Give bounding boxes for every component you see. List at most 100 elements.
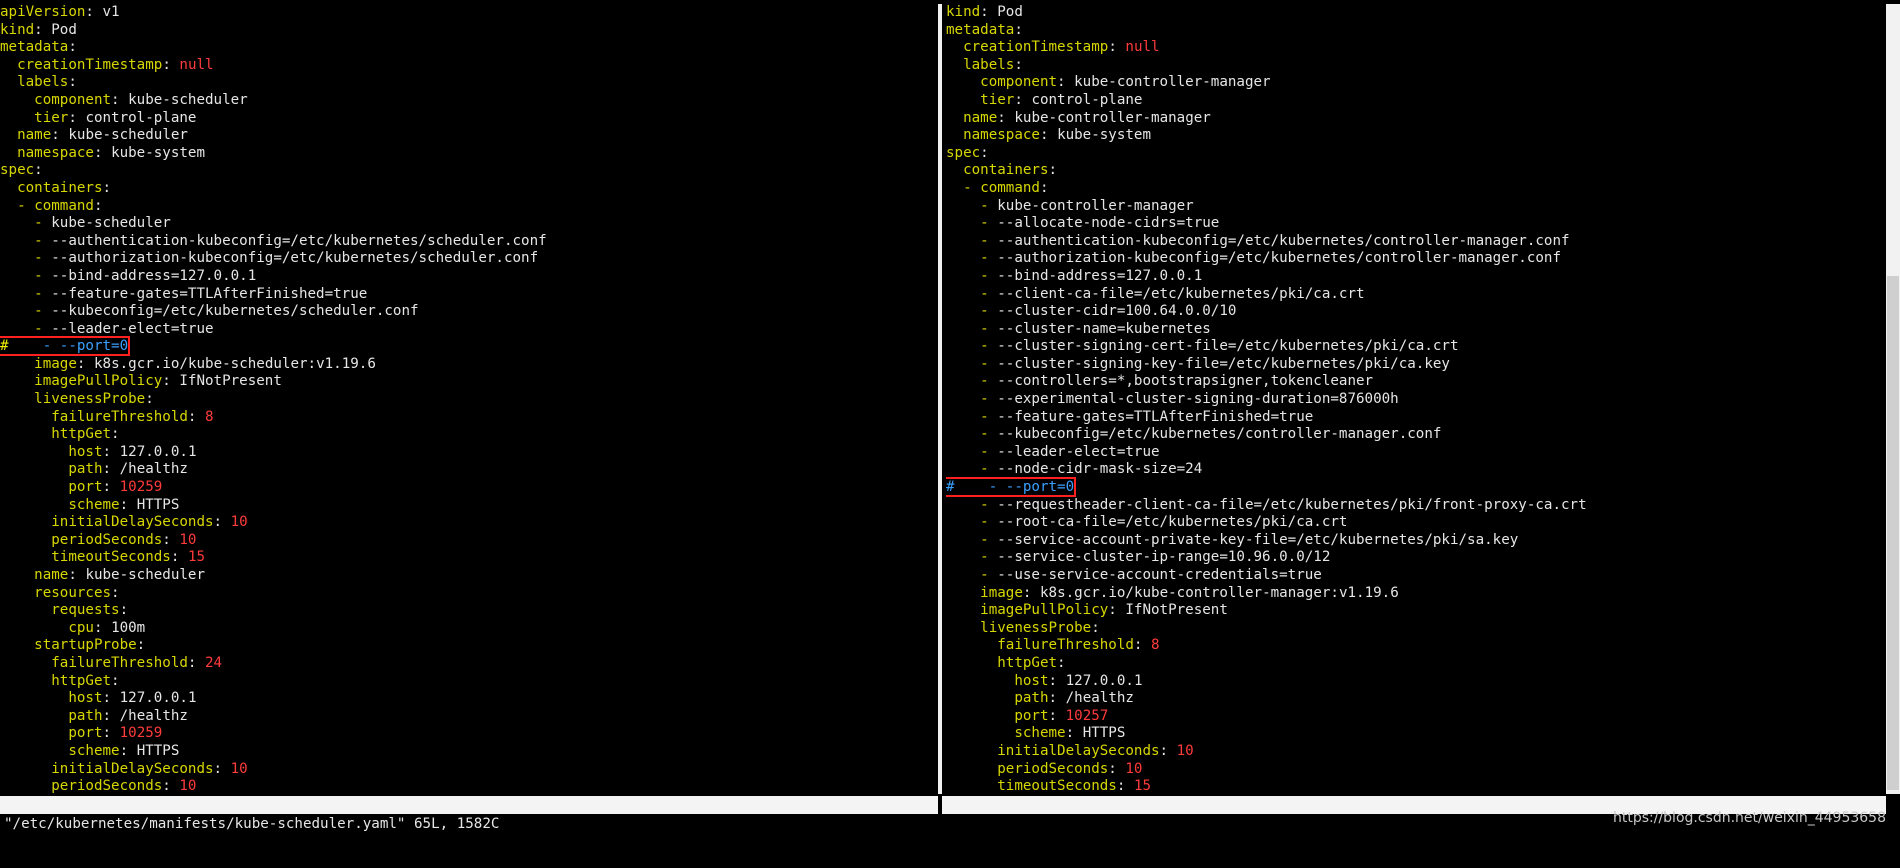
code-line[interactable]: tier: control-plane (0, 110, 936, 128)
code-line[interactable]: name: kube-controller-manager (946, 110, 1881, 128)
code-line[interactable]: requests: (0, 602, 936, 620)
code-line[interactable]: livenessProbe: (0, 391, 936, 409)
code-line[interactable]: port: 10259 (0, 479, 936, 497)
code-line[interactable]: tier: control-plane (946, 92, 1881, 110)
code-line[interactable]: failureThreshold: 8 (0, 409, 936, 427)
code-line[interactable]: - --bind-address=127.0.0.1 (946, 268, 1881, 286)
code-line[interactable]: scheme: HTTPS (0, 743, 936, 761)
code-line[interactable]: kind: Pod (946, 4, 1881, 22)
code-line[interactable]: - --experimental-cluster-signing-duratio… (946, 391, 1881, 409)
code-line[interactable]: # - --port=0 (0, 336, 936, 357)
code-line[interactable]: - --authorization-kubeconfig=/etc/kubern… (946, 250, 1881, 268)
code-line[interactable]: httpGet: (946, 655, 1881, 673)
code-line[interactable]: apiVersion: v1 (0, 4, 936, 22)
code-line[interactable]: periodSeconds: 10 (0, 532, 936, 550)
code-line[interactable]: path: /healthz (0, 708, 936, 726)
code-line[interactable]: labels: (0, 74, 936, 92)
code-line[interactable]: kind: Pod (0, 22, 936, 40)
code-line[interactable]: labels: (946, 57, 1881, 75)
vertical-split-divider[interactable] (938, 4, 942, 794)
code-token: - (963, 179, 981, 196)
code-line[interactable]: - --root-ca-file=/etc/kubernetes/pki/ca.… (946, 514, 1881, 532)
code-line[interactable]: - --kubeconfig=/etc/kubernetes/controlle… (946, 426, 1881, 444)
code-line[interactable]: timeoutSeconds: 15 (946, 778, 1881, 794)
code-line[interactable]: - --controllers=*,bootstrapsigner,tokenc… (946, 373, 1881, 391)
code-line[interactable]: periodSeconds: 10 (946, 761, 1881, 779)
code-line[interactable]: cpu: 100m (0, 620, 936, 638)
code-line[interactable]: - kube-controller-manager (946, 198, 1881, 216)
code-line[interactable]: - --requestheader-client-ca-file=/etc/ku… (946, 497, 1881, 515)
code-line[interactable]: - --client-ca-file=/etc/kubernetes/pki/c… (946, 286, 1881, 304)
code-line[interactable]: imagePullPolicy: IfNotPresent (946, 602, 1881, 620)
code-line[interactable]: - --kubeconfig=/etc/kubernetes/scheduler… (0, 303, 936, 321)
code-line[interactable]: component: kube-scheduler (0, 92, 936, 110)
code-line[interactable]: image: k8s.gcr.io/kube-scheduler:v1.19.6 (0, 356, 936, 374)
code-line[interactable]: spec: (0, 162, 936, 180)
code-line[interactable]: httpGet: (0, 426, 936, 444)
code-line[interactable]: - --bind-address=127.0.0.1 (0, 268, 936, 286)
code-line[interactable]: image: k8s.gcr.io/kube-controller-manage… (946, 585, 1881, 603)
code-line[interactable]: startupProbe: (0, 637, 936, 655)
code-line[interactable]: host: 127.0.0.1 (946, 673, 1881, 691)
code-line[interactable]: - --use-service-account-credentials=true (946, 567, 1881, 585)
code-line[interactable]: - --feature-gates=TTLAfterFinished=true (946, 409, 1881, 427)
code-line[interactable]: metadata: (0, 39, 936, 57)
code-line[interactable]: containers: (0, 180, 936, 198)
code-token: tier (34, 109, 69, 126)
code-line[interactable]: periodSeconds: 10 (0, 778, 936, 794)
code-line[interactable]: failureThreshold: 24 (0, 655, 936, 673)
code-line[interactable]: - --leader-elect=true (0, 321, 936, 339)
code-line[interactable]: host: 127.0.0.1 (0, 690, 936, 708)
right-editor-pane[interactable]: kind: Pod metadata: creationTimestamp: nu… (946, 4, 1881, 794)
code-line[interactable]: - command: (946, 180, 1881, 198)
scrollbar-thumb[interactable] (1887, 276, 1899, 790)
code-line[interactable]: livenessProbe: (946, 620, 1881, 638)
code-line[interactable]: component: kube-controller-manager (946, 74, 1881, 92)
code-line[interactable]: timeoutSeconds: 15 (0, 549, 936, 567)
code-line[interactable]: - --feature-gates=TTLAfterFinished=true (0, 286, 936, 304)
code-line[interactable]: - --leader-elect=true (946, 444, 1881, 462)
code-token: host (68, 443, 103, 460)
code-line[interactable]: scheme: HTTPS (0, 497, 936, 515)
code-line[interactable]: failureThreshold: 8 (946, 637, 1881, 655)
code-line[interactable]: containers: (946, 162, 1881, 180)
code-line[interactable]: - --service-account-private-key-file=/et… (946, 532, 1881, 550)
code-line[interactable]: scheme: HTTPS (946, 725, 1881, 743)
code-line[interactable]: name: kube-scheduler (0, 567, 936, 585)
code-line[interactable]: name: kube-scheduler (0, 127, 936, 145)
code-line[interactable]: creationTimestamp: null (946, 39, 1881, 57)
code-line[interactable]: namespace: kube-system (946, 127, 1881, 145)
vim-command-line[interactable]: "/etc/kubernetes/manifests/kube-schedule… (4, 815, 499, 833)
code-line[interactable]: - --service-cluster-ip-range=10.96.0.0/1… (946, 549, 1881, 567)
code-line[interactable]: path: /healthz (946, 690, 1881, 708)
code-line[interactable]: initialDelaySeconds: 10 (0, 514, 936, 532)
code-line[interactable]: resources: (0, 585, 936, 603)
code-line[interactable]: httpGet: (0, 673, 936, 691)
code-line[interactable]: initialDelaySeconds: 10 (0, 761, 936, 779)
code-line[interactable]: - --authorization-kubeconfig=/etc/kubern… (0, 250, 936, 268)
code-line[interactable]: metadata: (946, 22, 1881, 40)
left-editor-pane[interactable]: apiVersion: v1 kind: Pod metadata: creatio… (0, 4, 936, 794)
code-line[interactable]: imagePullPolicy: IfNotPresent (0, 373, 936, 391)
code-line[interactable]: # - --port=0 (946, 477, 1881, 498)
code-line[interactable]: port: 10257 (946, 708, 1881, 726)
code-line[interactable]: host: 127.0.0.1 (0, 444, 936, 462)
code-line[interactable]: - --node-cidr-mask-size=24 (946, 461, 1881, 479)
code-line[interactable]: - command: (0, 198, 936, 216)
code-token: cpu (68, 619, 94, 636)
code-line[interactable]: - kube-scheduler (0, 215, 936, 233)
code-line[interactable]: spec: (946, 145, 1881, 163)
code-line[interactable]: creationTimestamp: null (0, 57, 936, 75)
code-line[interactable]: port: 10259 (0, 725, 936, 743)
code-line[interactable]: - --cluster-name=kubernetes (946, 321, 1881, 339)
code-line[interactable]: - --cluster-signing-key-file=/etc/kubern… (946, 356, 1881, 374)
code-line[interactable]: - --cluster-cidr=100.64.0.0/10 (946, 303, 1881, 321)
code-line[interactable]: - --authentication-kubeconfig=/etc/kuber… (0, 233, 936, 251)
code-line[interactable]: - --cluster-signing-cert-file=/etc/kuber… (946, 338, 1881, 356)
code-line[interactable]: - --authentication-kubeconfig=/etc/kuber… (946, 233, 1881, 251)
code-line[interactable]: - --allocate-node-cidrs=true (946, 215, 1881, 233)
code-line[interactable]: namespace: kube-system (0, 145, 936, 163)
code-line[interactable]: initialDelaySeconds: 10 (946, 743, 1881, 761)
code-line[interactable]: path: /healthz (0, 461, 936, 479)
